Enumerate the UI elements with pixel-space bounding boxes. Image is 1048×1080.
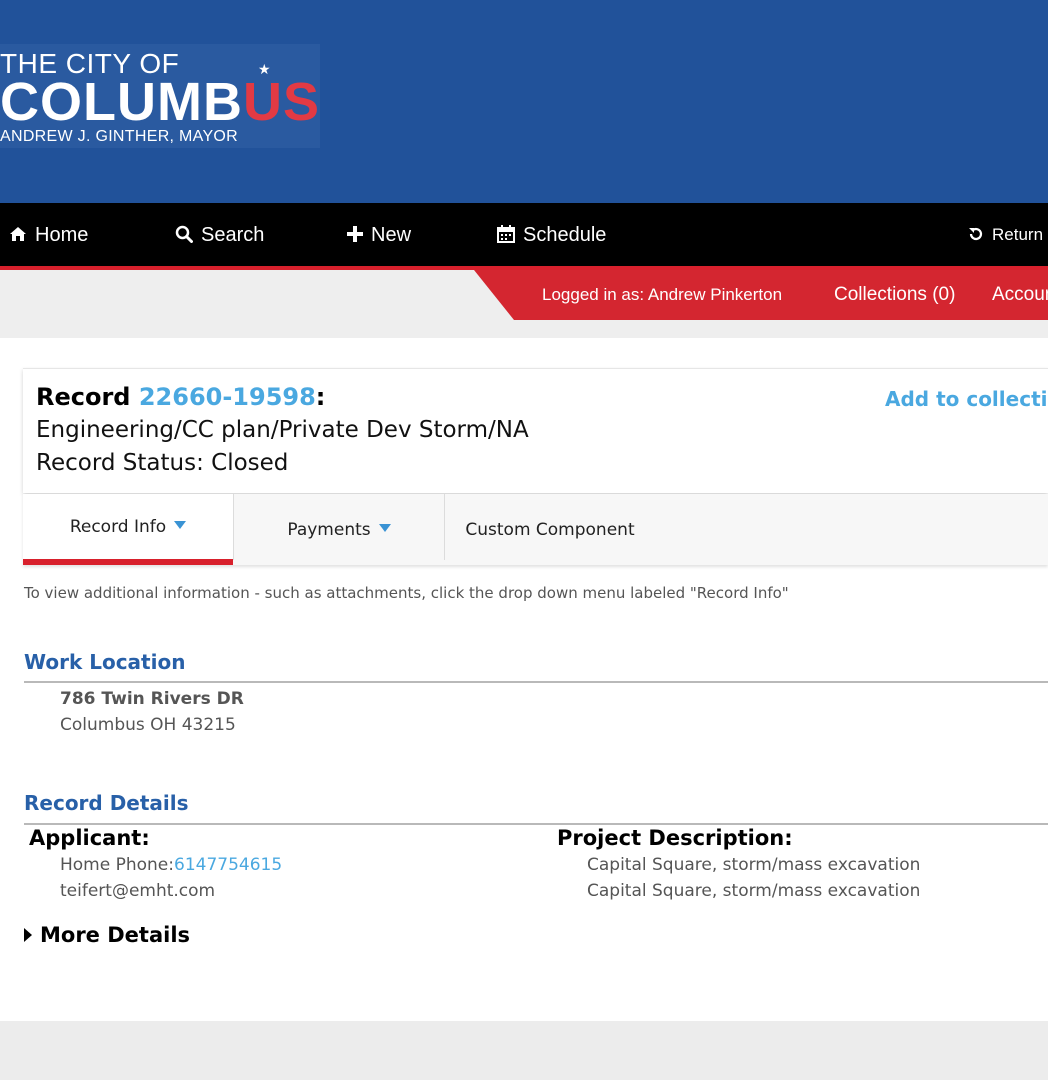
tab-payments-label: Payments	[287, 519, 371, 540]
project-description-line-2: Capital Square, storm/mass excavation	[587, 881, 921, 901]
record-details-title: Record Details	[24, 791, 189, 815]
record-header-card: Record 22660-19598: Engineering/CC plan/…	[23, 368, 1048, 493]
more-details-label: More Details	[40, 923, 191, 947]
record-title: Record 22660-19598:	[36, 383, 325, 411]
nav-schedule[interactable]: Schedule	[497, 203, 606, 267]
nav-search[interactable]: Search	[175, 203, 264, 267]
logged-in-label: Logged in as: Andrew Pinkerton	[542, 285, 783, 304]
collections-link[interactable]: Collections (0)	[834, 270, 955, 320]
nav-home[interactable]: Home	[9, 203, 88, 267]
site-header: THE CITY OF COLUMBUS ★ ANDREW J. GINTHER…	[0, 0, 1048, 203]
tab-payments[interactable]: Payments	[234, 494, 444, 565]
logo-line-2: COLUMBUS	[0, 72, 320, 132]
record-tabs: Record Info Payments Custom Component	[23, 494, 1048, 565]
city-logo[interactable]: THE CITY OF COLUMBUS ★ ANDREW J. GINTHER…	[0, 44, 320, 148]
home-phone-link[interactable]: 6147754615	[174, 855, 282, 875]
address-line-1: 786 Twin Rivers DR	[60, 689, 244, 709]
applicant-label: Applicant:	[29, 826, 150, 850]
applicant-email: teifert@emht.com	[60, 881, 216, 901]
plus-icon	[347, 225, 363, 245]
expand-arrow-icon	[24, 928, 32, 942]
caret-down-icon	[174, 520, 187, 529]
home-icon	[9, 226, 27, 245]
record-info-hint: To view additional information - such as…	[24, 584, 789, 602]
record-number-link[interactable]: 22660-19598	[139, 383, 316, 411]
account-link[interactable]: Accoun	[992, 270, 1048, 320]
star-icon: ★	[258, 62, 271, 78]
nav-home-label: Home	[35, 223, 89, 246]
home-phone-label: Home Phone:	[60, 855, 174, 875]
project-description-label: Project Description:	[557, 826, 793, 850]
caret-down-icon	[378, 523, 391, 532]
logo-mayor-line: ANDREW J. GINTHER, MAYOR	[0, 128, 239, 145]
tab-record-info-label: Record Info	[69, 516, 167, 537]
section-divider	[24, 823, 1048, 825]
add-to-collection-link[interactable]: Add to collectio	[885, 387, 1048, 411]
tab-custom-component[interactable]: Custom Component	[445, 494, 655, 565]
record-colon: :	[315, 383, 326, 411]
calendar-icon	[497, 224, 515, 246]
nav-schedule-label: Schedule	[523, 223, 607, 246]
nav-search-label: Search	[201, 223, 265, 246]
address-line-2: Columbus OH 43215	[60, 715, 236, 735]
return-icon	[968, 226, 984, 245]
search-icon	[175, 225, 193, 246]
logo-columb: COLUMB	[0, 72, 243, 132]
record-status: Record Status: Closed	[36, 450, 289, 476]
nav-return-label: Return	[992, 225, 1044, 244]
record-prefix: Record	[36, 383, 139, 411]
section-divider	[24, 681, 1048, 683]
project-description-line-1: Capital Square, storm/mass excavation	[587, 855, 921, 875]
record-type: Engineering/CC plan/Private Dev Storm/NA	[36, 417, 529, 443]
applicant-phone: Home Phone:6147754615	[60, 855, 282, 875]
nav-new-label: New	[371, 223, 412, 246]
work-location-title: Work Location	[24, 650, 186, 674]
tab-custom-component-label: Custom Component	[465, 519, 635, 540]
main-nav: Home Search New Schedule Return	[0, 203, 1048, 267]
tab-record-info[interactable]: Record Info	[23, 494, 233, 565]
more-details-toggle[interactable]: More Details	[24, 923, 190, 947]
logo-us: US	[242, 72, 320, 132]
nav-return[interactable]: Return	[968, 203, 1043, 267]
nav-new[interactable]: New	[347, 203, 411, 267]
page: THE CITY OF COLUMBUS ★ ANDREW J. GINTHER…	[0, 0, 1048, 1080]
